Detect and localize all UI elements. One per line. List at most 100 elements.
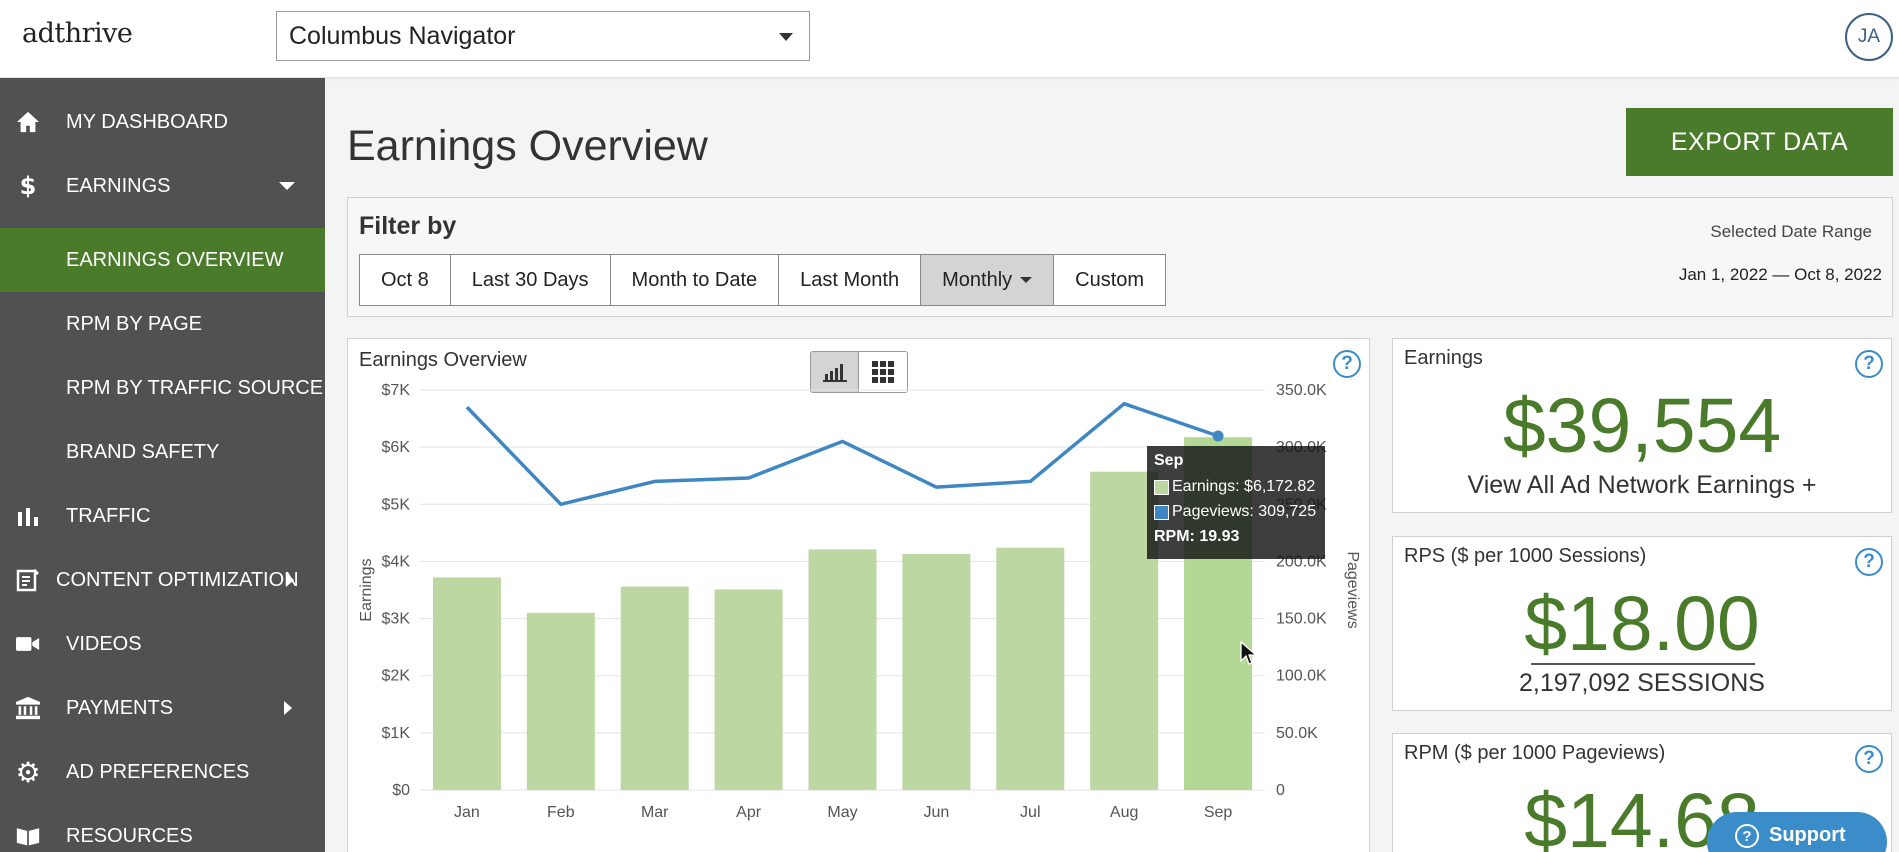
page-title: Earnings Overview [347,122,708,170]
earnings-card: Earnings ? $39,554 View All Ad Network E… [1392,338,1892,513]
x-tick-label: Jul [1020,804,1040,821]
sidebar-item-label: MY DASHBOARD [66,110,228,133]
dollar-icon: $ [19,172,37,200]
sidebar-item-label: RPM BY TRAFFIC SOURCE [66,376,324,399]
x-tick-label: Mar [641,804,669,821]
tooltip-earnings-row: Earnings: $6,172.82 [1154,478,1318,496]
top-bar: adthrive Columbus Navigator JA [0,0,1899,78]
y-tick-label: $3K [382,611,411,628]
y-tick-label: $2K [382,668,411,685]
filter-title: Filter by [359,212,457,240]
y2-tick-label: 0 [1276,782,1285,799]
sidebar: MY DASHBOARD $ EARNINGS EARNINGS OVERVIE… [0,78,325,852]
tooltip-earnings: Earnings: $6,172.82 [1172,478,1316,495]
video-camera-icon [16,632,40,656]
y-tick-label: $5K [382,496,411,513]
sidebar-item-label: EARNINGS [66,174,171,197]
earnings-help-icon[interactable]: ? [1855,350,1883,378]
sidebar-item-label: AD PREFERENCES [66,760,250,783]
document-edit-icon [16,568,40,592]
chart-tooltip: Sep Earnings: $6,172.82 Pageviews: 309,7… [1147,446,1325,559]
chevron-down-icon [779,33,793,41]
rps-divider [1531,663,1755,665]
sidebar-item-rpm-by-traffic-source[interactable]: RPM BY TRAFFIC SOURCE [0,356,325,420]
y-axis-label: Earnings [358,558,375,621]
earnings-bar [432,577,501,790]
site-selector-value: Columbus Navigator [289,21,516,50]
y2-tick-label: 350.0K [1276,382,1327,399]
y2-tick-label: 50.0K [1276,725,1318,742]
filter-month-to-date-button[interactable]: Month to Date [610,255,780,305]
y-tick-label: $0 [392,782,410,799]
sidebar-item-payments[interactable]: PAYMENTS [0,676,325,740]
sidebar-item-label: BRAND SAFETY [66,440,220,463]
y2-tick-label: 150.0K [1276,611,1327,628]
gear-icon: ⚙ [15,756,41,788]
chevron-right-icon [286,573,294,587]
y2-tick-label: 100.0K [1276,668,1327,685]
y-tick-label: $7K [382,382,411,399]
earnings-value: $39,554 [1502,383,1782,469]
tooltip-pageviews-row: Pageviews: 309,725 [1154,503,1318,521]
mouse-cursor-icon [1240,641,1258,665]
rps-help-icon[interactable]: ? [1855,548,1883,576]
filter-custom-button[interactable]: Custom [1054,255,1166,305]
sessions-count: 2,197,092 SESSIONS [1519,669,1765,697]
book-icon [16,824,40,848]
view-all-ad-network-earnings-link[interactable]: View All Ad Network Earnings + [1393,471,1891,500]
home-icon [16,110,40,134]
chevron-right-icon [284,701,292,715]
sidebar-item-label: CONTENT OPTIMIZATION [56,568,299,591]
x-tick-label: May [827,804,857,821]
date-filter-group: Oct 8 Last 30 Days Month to Date Last Mo… [359,254,1167,306]
sidebar-item-traffic[interactable]: TRAFFIC [0,484,325,548]
user-avatar[interactable]: JA [1845,13,1893,61]
x-tick-label: Feb [547,804,575,821]
sidebar-item-rpm-by-page[interactable]: RPM BY PAGE [0,292,325,356]
site-selector[interactable]: Columbus Navigator [276,11,810,61]
sidebar-item-videos[interactable]: VIDEOS [0,612,325,676]
sidebar-item-brand-safety[interactable]: BRAND SAFETY [0,420,325,484]
support-button[interactable]: ? Support [1707,812,1887,852]
help-icon: ? [1735,824,1759,848]
rpm-card-title: RPM ($ per 1000 Pageviews) [1404,742,1666,764]
sidebar-item-label: VIDEOS [66,632,142,655]
date-range-value: Jan 1, 2022 — Oct 8, 2022 [1678,265,1882,284]
pageviews-point [1212,430,1224,442]
chevron-down-icon [279,182,295,190]
x-tick-label: Sep [1204,804,1233,821]
y-tick-label: $4K [382,553,411,570]
tooltip-pageviews: Pageviews: 309,725 [1172,503,1317,520]
filter-monthly-dropdown[interactable]: Monthly [921,255,1055,305]
filter-oct-8-button[interactable]: Oct 8 [360,255,451,305]
sidebar-item-ad-preferences[interactable]: ⚙ AD PREFERENCES [0,740,325,804]
export-data-button[interactable]: EXPORT DATA [1626,108,1893,176]
y-tick-label: $6K [382,439,411,456]
sidebar-item-my-dashboard[interactable]: MY DASHBOARD [0,90,325,154]
x-tick-label: Aug [1110,804,1138,821]
x-tick-label: Jan [454,804,480,821]
rps-value: $18.00 [1524,581,1760,667]
rpm-help-icon[interactable]: ? [1855,745,1883,773]
earnings-bar [714,589,783,790]
earnings-bar [526,612,595,790]
filter-last-30-days-button[interactable]: Last 30 Days [450,255,611,305]
y-tick-label: $1K [382,725,411,742]
sidebar-item-earnings[interactable]: $ EARNINGS [0,154,325,218]
earnings-bar [996,547,1065,790]
filter-last-month-button[interactable]: Last Month [779,255,922,305]
filter-monthly-label: Monthly [942,268,1013,291]
y2-axis-label: Pageviews [1344,551,1361,628]
filter-panel: Filter by Oct 8 Last 30 Days Month to Da… [347,197,1893,317]
rps-card: RPS ($ per 1000 Sessions) ? $18.00 2,197… [1392,536,1892,711]
sidebar-item-resources[interactable]: RESOURCES [0,804,325,852]
tooltip-title: Sep [1154,452,1184,469]
rps-card-title: RPS ($ per 1000 Sessions) [1404,545,1647,567]
earnings-bar [902,554,971,790]
earnings-card-title: Earnings [1404,347,1483,369]
x-tick-label: Jun [923,804,949,821]
adthrive-logo[interactable]: adthrive [22,18,133,49]
sidebar-item-content-optimization[interactable]: CONTENT OPTIMIZATION [0,548,325,612]
bar-chart-icon [16,504,40,528]
sidebar-item-earnings-overview[interactable]: EARNINGS OVERVIEW [0,228,325,292]
